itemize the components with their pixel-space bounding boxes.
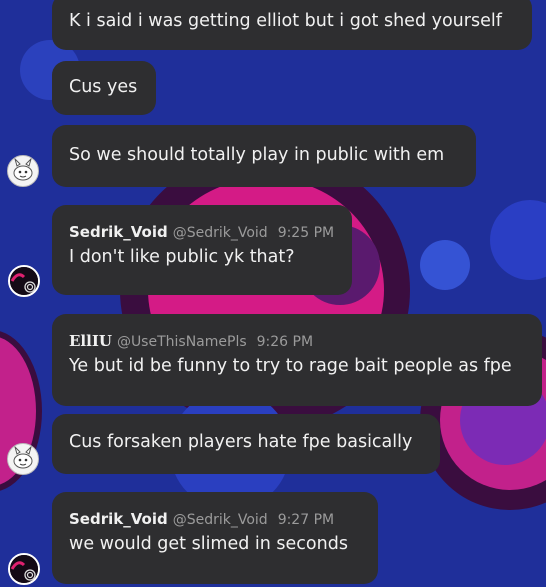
chat-message[interactable]: Cus yes — [52, 61, 156, 115]
user-handle: @UseThisNamePls — [116, 334, 247, 350]
user-avatar[interactable] — [8, 553, 40, 585]
message-text: Cus yes — [69, 77, 138, 97]
username[interactable]: Sedrik_Void — [69, 510, 168, 528]
timestamp: 9:25 PM — [277, 225, 335, 241]
message-text: we would get slimed in seconds — [69, 534, 348, 554]
chat-message[interactable]: Sedrik_Void @Sedrik_Void 9:25 PM I don't l… — [52, 205, 352, 295]
message-header: Sedrik_Void @Sedrik_Void 9:27 PM — [69, 492, 361, 528]
message-header: EllIU @UseThisNamePls 9:26 PM — [69, 314, 525, 350]
user-handle: @Sedrik_Void — [172, 512, 268, 528]
dark-spiral-avatar-icon — [10, 555, 38, 583]
user-avatar[interactable] — [7, 443, 39, 475]
chat-message[interactable]: K i said i was getting elliot but i got … — [52, 0, 532, 50]
white-creature-avatar-icon — [13, 445, 33, 469]
user-avatar[interactable] — [8, 265, 40, 297]
chat-message[interactable]: Sedrik_Void @Sedrik_Void 9:27 PM we would … — [52, 492, 378, 584]
chat-message[interactable]: So we should totally play in public with… — [52, 125, 476, 187]
username[interactable]: EllIU — [69, 332, 112, 350]
message-text: Cus forsaken players hate fpe basically — [69, 432, 413, 452]
username[interactable]: Sedrik_Void — [69, 223, 168, 241]
background-circle — [490, 200, 546, 280]
message-text: So we should totally play in public with… — [69, 145, 445, 165]
timestamp: 9:27 PM — [277, 512, 335, 528]
chat-message[interactable]: Cus forsaken players hate fpe basically — [52, 414, 440, 474]
dark-spiral-avatar-icon — [10, 267, 38, 295]
chat-message[interactable]: EllIU @UseThisNamePls 9:26 PM Ye but id be… — [52, 314, 542, 406]
user-avatar[interactable] — [7, 155, 39, 187]
user-handle: @Sedrik_Void — [172, 225, 268, 241]
message-text: K i said i was getting elliot but i got … — [69, 11, 502, 31]
message-header: Sedrik_Void @Sedrik_Void 9:25 PM — [69, 205, 335, 241]
white-creature-avatar-icon — [13, 157, 33, 181]
message-text: Ye but id be funny to try to rage bait p… — [69, 356, 512, 376]
background-circle — [420, 240, 470, 290]
timestamp: 9:26 PM — [256, 334, 314, 350]
message-text: I don't like public yk that? — [69, 247, 295, 267]
